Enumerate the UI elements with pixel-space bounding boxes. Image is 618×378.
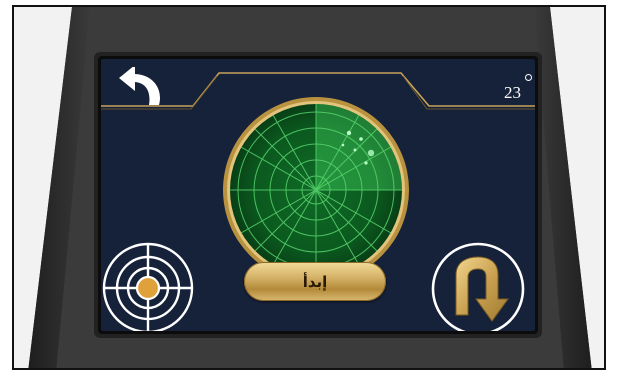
screenshot-frame: 23 إبدأ <box>12 5 606 370</box>
radar-display <box>221 95 411 285</box>
radar-sweep-icon <box>223 97 409 283</box>
degree-symbol <box>525 74 532 81</box>
u-turn-button[interactable] <box>428 239 528 331</box>
temperature-readout: 23 <box>504 74 532 103</box>
target-crosshair-icon <box>102 242 194 331</box>
target-scan-button[interactable] <box>101 238 198 331</box>
temperature-value: 23 <box>504 83 521 102</box>
start-button-label: إبدأ <box>302 272 328 291</box>
start-button[interactable]: إبدأ <box>244 262 386 301</box>
undo-arrow-icon <box>119 65 160 105</box>
device-screen: 23 إبدأ <box>101 59 535 331</box>
u-turn-arrow-icon <box>431 242 525 331</box>
back-button[interactable] <box>115 65 173 107</box>
